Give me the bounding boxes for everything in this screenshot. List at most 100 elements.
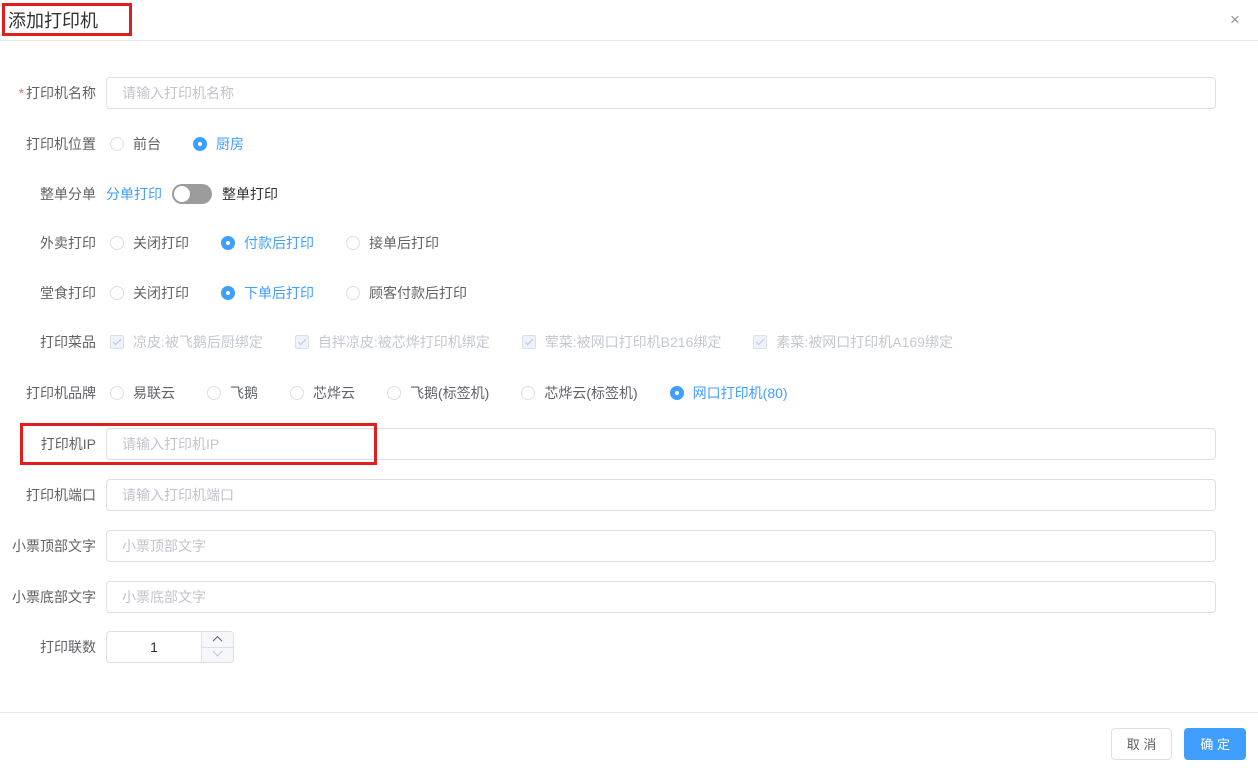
form-row-order-split: 整单分单 分单打印 整单打印 xyxy=(0,178,1216,210)
decrement-button[interactable] xyxy=(202,646,233,663)
radio-option-label: 接单后打印 xyxy=(369,235,439,251)
split-print-label: 分单打印 xyxy=(106,186,162,202)
radio-option[interactable]: 厨房 xyxy=(193,134,244,154)
increment-button[interactable] xyxy=(202,632,233,648)
printer-port-label: 打印机端口 xyxy=(26,487,96,503)
radio-option-label: 芯烨云(标签机) xyxy=(544,385,638,401)
stepper-buttons xyxy=(201,632,233,662)
printer-brand-label: 打印机品牌 xyxy=(26,385,96,401)
checkbox-option: 荤菜:被网口打印机B216绑定 xyxy=(521,332,722,352)
close-icon[interactable]: × xyxy=(1224,9,1246,31)
checkbox-option: 凉皮:被飞鹅后厨绑定 xyxy=(110,332,263,352)
receipt-footer-input[interactable] xyxy=(106,581,1216,613)
dialog-header: 添加打印机 × xyxy=(0,0,1258,41)
radio-option[interactable]: 网口打印机(80) xyxy=(669,383,788,403)
form-row-print-copies: 打印联数 1 xyxy=(0,631,1216,663)
printer-brand-radio-group: 易联云 飞鹅 芯烨云 飞鹅(标签机) 芯烨云(标签机) 网口打印机(80) xyxy=(106,383,820,403)
cancel-button[interactable]: 取 消 xyxy=(1110,727,1173,760)
radio-option[interactable]: 芯烨云 xyxy=(290,383,355,403)
radio-icon xyxy=(221,286,235,300)
order-split-label: 整单分单 xyxy=(40,186,96,202)
page-title: 添加打印机 xyxy=(8,11,98,31)
radio-option-label: 厨房 xyxy=(216,136,244,152)
form-row-printer-brand: 打印机品牌 易联云 飞鹅 芯烨云 飞鹅(标签机) 芯烨云(标签机) 网口打印机(… xyxy=(0,377,1216,409)
radio-icon xyxy=(110,386,124,400)
checkbox-option: 自拌凉皮:被芯烨打印机绑定 xyxy=(294,332,490,352)
print-copies-stepper[interactable]: 1 xyxy=(106,631,234,663)
radio-icon xyxy=(221,236,235,250)
add-printer-dialog: 添加打印机 × *打印机名称 打印机位置 前台 厨房 xyxy=(0,0,1258,774)
form-row-receipt-header: 小票顶部文字 xyxy=(0,530,1216,562)
radio-option[interactable]: 关闭打印 xyxy=(110,233,189,253)
print-dishes-label: 打印菜品 xyxy=(40,334,96,350)
checkbox-icon xyxy=(521,335,536,349)
printer-ip-input[interactable] xyxy=(106,428,1216,460)
radio-option-label: 芯烨云 xyxy=(313,385,355,401)
radio-option[interactable]: 飞鹅(标签机) xyxy=(387,383,489,403)
radio-icon xyxy=(290,386,304,400)
checkbox-option-label: 自拌凉皮:被芯烨打印机绑定 xyxy=(317,334,490,350)
printer-location-radio-group: 前台 厨房 xyxy=(106,134,276,154)
form-row-print-dishes: 打印菜品 凉皮:被飞鹅后厨绑定 自拌凉皮:被芯烨打印机绑定 荤菜:被网口打印机B… xyxy=(0,326,1216,358)
chevron-down-icon xyxy=(212,646,223,657)
printer-port-input[interactable] xyxy=(106,479,1216,511)
order-split-toggle[interactable] xyxy=(172,184,212,204)
radio-option[interactable]: 下单后打印 xyxy=(221,283,314,303)
radio-icon xyxy=(346,236,360,250)
print-copies-value[interactable]: 1 xyxy=(107,632,201,662)
takeout-print-radio-group: 关闭打印 付款后打印 接单后打印 xyxy=(106,233,471,253)
radio-option[interactable]: 前台 xyxy=(110,134,161,154)
radio-icon xyxy=(346,286,360,300)
receipt-footer-label: 小票底部文字 xyxy=(12,589,96,605)
checkbox-icon xyxy=(753,335,768,349)
form-row-printer-name: * 打印机名称 xyxy=(0,77,1216,109)
form-row-receipt-footer: 小票底部文字 xyxy=(0,581,1216,613)
radio-option[interactable]: 顾客付款后打印 xyxy=(346,283,467,303)
radio-option-label: 前台 xyxy=(133,136,161,152)
checkbox-option-label: 荤菜:被网口打印机B216绑定 xyxy=(544,334,722,350)
dinein-print-label: 堂食打印 xyxy=(40,285,96,301)
checkbox-option: 素菜:被网口打印机A169绑定 xyxy=(753,332,953,352)
dinein-print-radio-group: 关闭打印 下单后打印 顾客付款后打印 xyxy=(106,283,499,303)
receipt-header-input[interactable] xyxy=(106,530,1216,562)
chevron-up-icon xyxy=(212,635,223,646)
confirm-button[interactable]: 确 定 xyxy=(1184,727,1246,760)
radio-icon xyxy=(193,137,207,151)
required-mark: * xyxy=(18,85,24,101)
print-copies-label: 打印联数 xyxy=(40,639,96,655)
checkbox-icon xyxy=(110,335,124,349)
form-row-printer-location: 打印机位置 前台 厨房 xyxy=(0,128,1216,160)
radio-option-label: 顾客付款后打印 xyxy=(369,285,467,301)
dialog-footer: 取 消 确 定 xyxy=(0,712,1258,774)
receipt-header-label: 小票顶部文字 xyxy=(12,538,96,554)
radio-option[interactable]: 飞鹅 xyxy=(207,383,258,403)
radio-option-label: 关闭打印 xyxy=(133,235,189,251)
radio-option-label: 付款后打印 xyxy=(244,235,314,251)
form-row-printer-ip: 打印机IP xyxy=(0,428,1216,460)
form-row-dinein-print: 堂食打印 关闭打印 下单后打印 顾客付款后打印 xyxy=(0,277,1216,309)
radio-icon xyxy=(521,386,536,400)
radio-option[interactable]: 芯烨云(标签机) xyxy=(521,383,638,403)
radio-option[interactable]: 接单后打印 xyxy=(346,233,439,253)
checkbox-option-label: 素菜:被网口打印机A169绑定 xyxy=(776,334,953,350)
radio-icon xyxy=(110,286,124,300)
radio-option[interactable]: 付款后打印 xyxy=(221,233,314,253)
radio-icon xyxy=(387,386,401,400)
radio-icon xyxy=(110,236,124,250)
radio-option-label: 易联云 xyxy=(133,385,175,401)
checkbox-icon xyxy=(294,335,309,349)
radio-icon xyxy=(669,386,684,400)
radio-option[interactable]: 关闭打印 xyxy=(110,283,189,303)
radio-option-label: 飞鹅(标签机) xyxy=(410,385,490,401)
checkbox-option-label: 凉皮:被飞鹅后厨绑定 xyxy=(133,334,263,350)
printer-name-label: * 打印机名称 xyxy=(18,85,96,101)
radio-option-label: 下单后打印 xyxy=(244,285,314,301)
printer-name-input[interactable] xyxy=(106,77,1216,109)
radio-option-label: 网口打印机(80) xyxy=(692,385,788,401)
radio-option-label: 飞鹅 xyxy=(230,385,258,401)
radio-icon xyxy=(207,386,221,400)
radio-option-label: 关闭打印 xyxy=(133,285,189,301)
print-dishes-checkbox-group: 凉皮:被飞鹅后厨绑定 自拌凉皮:被芯烨打印机绑定 荤菜:被网口打印机B216绑定 xyxy=(106,332,985,352)
radio-icon xyxy=(110,137,124,151)
radio-option[interactable]: 易联云 xyxy=(110,383,175,403)
